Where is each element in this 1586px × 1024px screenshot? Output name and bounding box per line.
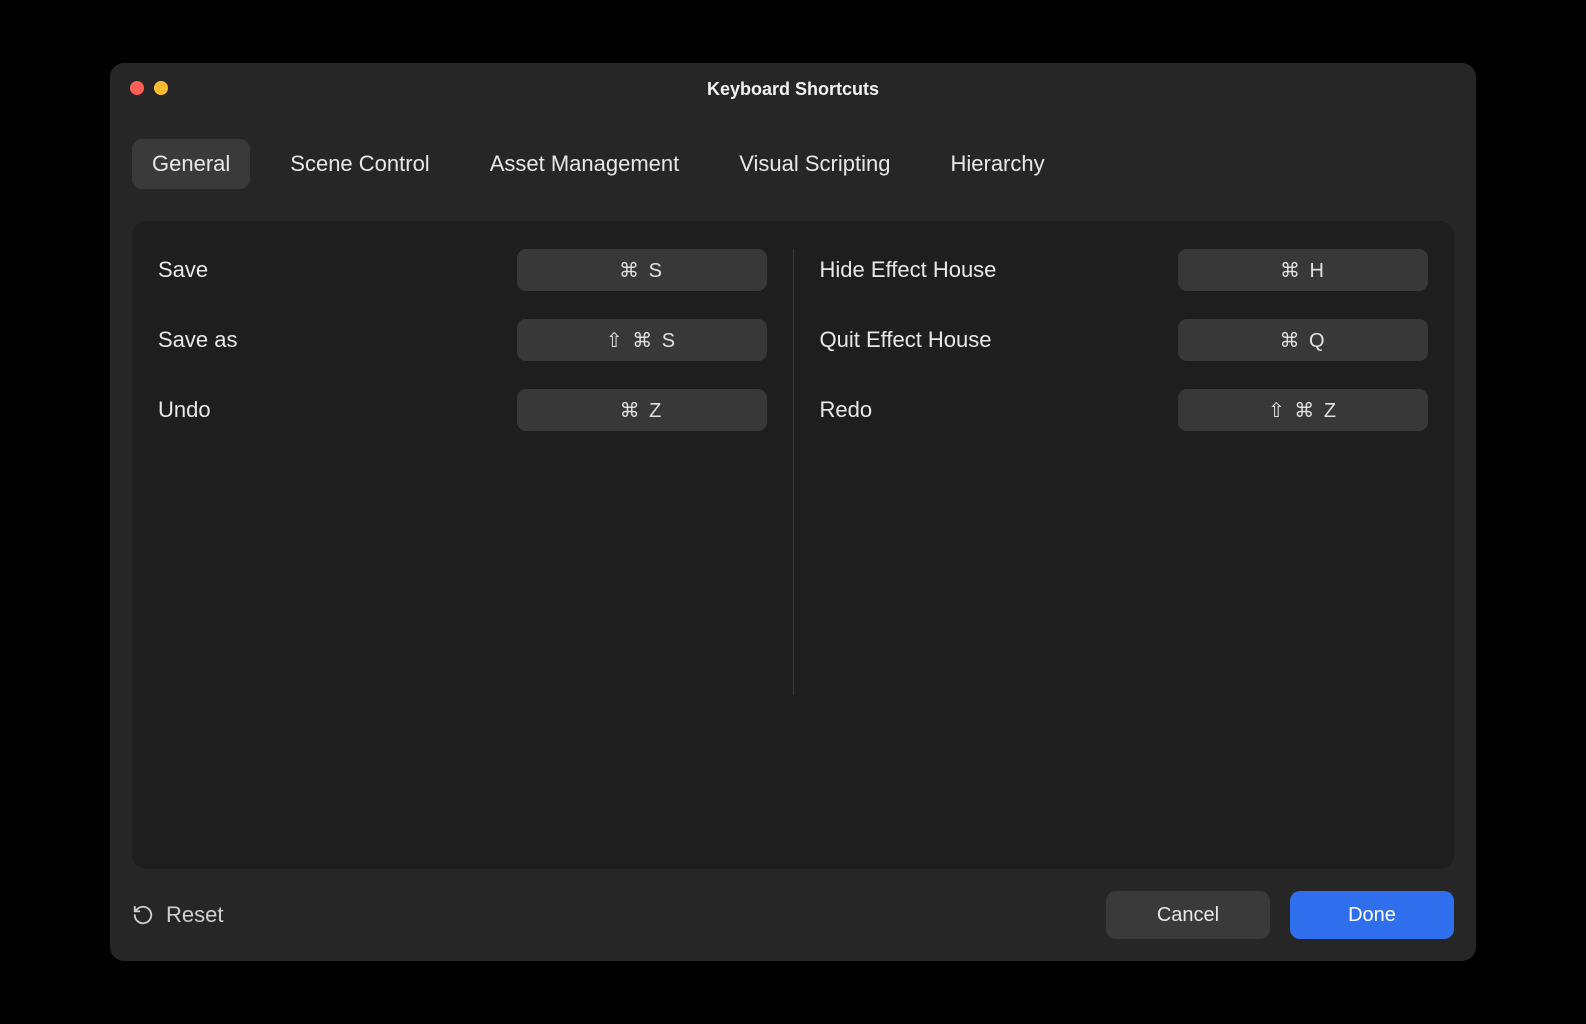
window-controls	[130, 81, 168, 95]
reset-button[interactable]: Reset	[132, 902, 223, 928]
close-icon[interactable]	[130, 81, 144, 95]
shortcut-label: Hide Effect House	[820, 257, 997, 283]
footer: Reset Cancel Done	[110, 869, 1476, 961]
shortcut-row-redo: Redo ⇧ ⌘ Z	[820, 389, 1429, 431]
shortcut-label: Quit Effect House	[820, 327, 992, 353]
shortcut-row-undo: Undo ⌘ Z	[158, 389, 767, 431]
shortcuts-column-left: Save ⌘ S Save as ⇧ ⌘ S Undo ⌘ Z	[132, 243, 793, 847]
shortcuts-panel: Save ⌘ S Save as ⇧ ⌘ S Undo ⌘ Z Hide Eff…	[132, 221, 1454, 869]
tab-asset-management[interactable]: Asset Management	[470, 139, 700, 189]
reset-label: Reset	[166, 902, 223, 928]
tab-visual-scripting[interactable]: Visual Scripting	[719, 139, 910, 189]
shortcut-key-hide[interactable]: ⌘ H	[1178, 249, 1428, 291]
tab-hierarchy[interactable]: Hierarchy	[930, 139, 1064, 189]
shortcut-row-save-as: Save as ⇧ ⌘ S	[158, 319, 767, 361]
tab-general[interactable]: General	[132, 139, 250, 189]
titlebar: Keyboard Shortcuts	[110, 63, 1476, 115]
shortcuts-window: Keyboard Shortcuts General Scene Control…	[110, 63, 1476, 961]
footer-buttons: Cancel Done	[1106, 891, 1454, 939]
shortcut-key-undo[interactable]: ⌘ Z	[517, 389, 767, 431]
shortcut-key-save[interactable]: ⌘ S	[517, 249, 767, 291]
shortcut-key-quit[interactable]: ⌘ Q	[1178, 319, 1428, 361]
shortcut-key-redo[interactable]: ⇧ ⌘ Z	[1178, 389, 1428, 431]
cancel-button[interactable]: Cancel	[1106, 891, 1270, 939]
reset-icon	[132, 904, 154, 926]
shortcut-row-quit: Quit Effect House ⌘ Q	[820, 319, 1429, 361]
shortcut-label: Save	[158, 257, 208, 283]
tab-scene-control[interactable]: Scene Control	[270, 139, 449, 189]
shortcut-key-save-as[interactable]: ⇧ ⌘ S	[517, 319, 767, 361]
content-area: Save ⌘ S Save as ⇧ ⌘ S Undo ⌘ Z Hide Eff…	[110, 201, 1476, 869]
minimize-icon[interactable]	[154, 81, 168, 95]
tab-bar: General Scene Control Asset Management V…	[110, 115, 1476, 201]
shortcuts-column-right: Hide Effect House ⌘ H Quit Effect House …	[794, 243, 1455, 847]
window-title: Keyboard Shortcuts	[707, 79, 879, 100]
shortcut-row-hide: Hide Effect House ⌘ H	[820, 249, 1429, 291]
shortcut-label: Undo	[158, 397, 211, 423]
shortcut-label: Redo	[820, 397, 873, 423]
shortcut-row-save: Save ⌘ S	[158, 249, 767, 291]
done-button[interactable]: Done	[1290, 891, 1454, 939]
shortcut-label: Save as	[158, 327, 238, 353]
